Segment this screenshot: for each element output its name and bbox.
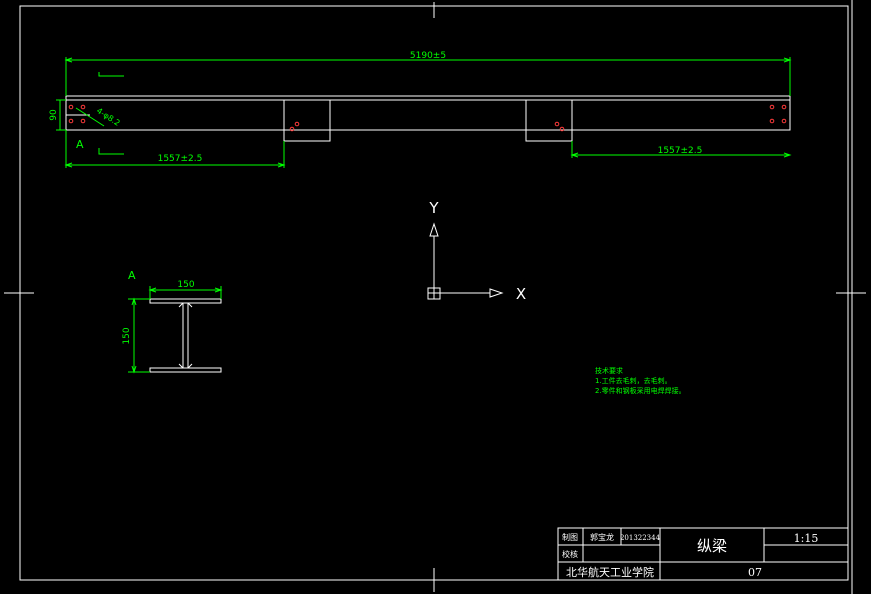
cad-drawing-canvas: 5190±5 1557±2.5 1557±2.5 90 4-φ8.2 A Y X (4, 0, 866, 594)
bolt-holes (68, 104, 787, 132)
scale-value: 1:15 (794, 532, 819, 545)
drawing-number: 07 (748, 566, 762, 579)
ucs-icon (427, 222, 504, 300)
right-bay-dim: 1557±2.5 (658, 146, 703, 156)
beam-height-dim: 90 (49, 109, 59, 121)
technical-notes: 技术要求 1.工件去毛刺，去毛刺。 2.零件和钢板采用电焊焊接。 (595, 366, 686, 395)
beam-top-flange (65, 95, 791, 101)
connection-plate-right (525, 99, 573, 142)
beam-elevation: 5190±5 1557±2.5 1557±2.5 90 4-φ8.2 A (49, 51, 792, 168)
drafter-name: 郭宝龙 (590, 532, 614, 542)
ucs-y-label: Y (428, 199, 439, 217)
part-name: 纵梁 (697, 537, 727, 555)
section-a-label: A (128, 269, 136, 282)
connection-plate-left (283, 99, 331, 142)
notes-line-2: 2.零件和钢板采用电焊焊接。 (595, 386, 686, 395)
school-name: 北华航天工业学院 (566, 565, 654, 579)
checked-label: 校核 (562, 549, 578, 559)
drawn-label: 制图 (562, 532, 578, 542)
section-width-dim: 150 (177, 280, 194, 290)
section-a-view: A 150 150 (122, 269, 223, 374)
left-bay-dim: 1557±2.5 (158, 154, 203, 164)
drawing-frame (4, 0, 866, 594)
beam-web (65, 99, 791, 131)
notes-heading: 技术要求 (595, 366, 623, 375)
student-id: 201322344 (620, 534, 661, 542)
notes-line-1: 1.工件去毛刺，去毛刺。 (595, 376, 672, 385)
section-height-dim: 150 (122, 327, 132, 344)
section-marker-a: A (76, 138, 84, 151)
hole-callout: 4-φ8.2 (95, 106, 122, 128)
overall-length-dim: 5190±5 (410, 51, 446, 61)
ucs-x-label: X (516, 285, 526, 303)
